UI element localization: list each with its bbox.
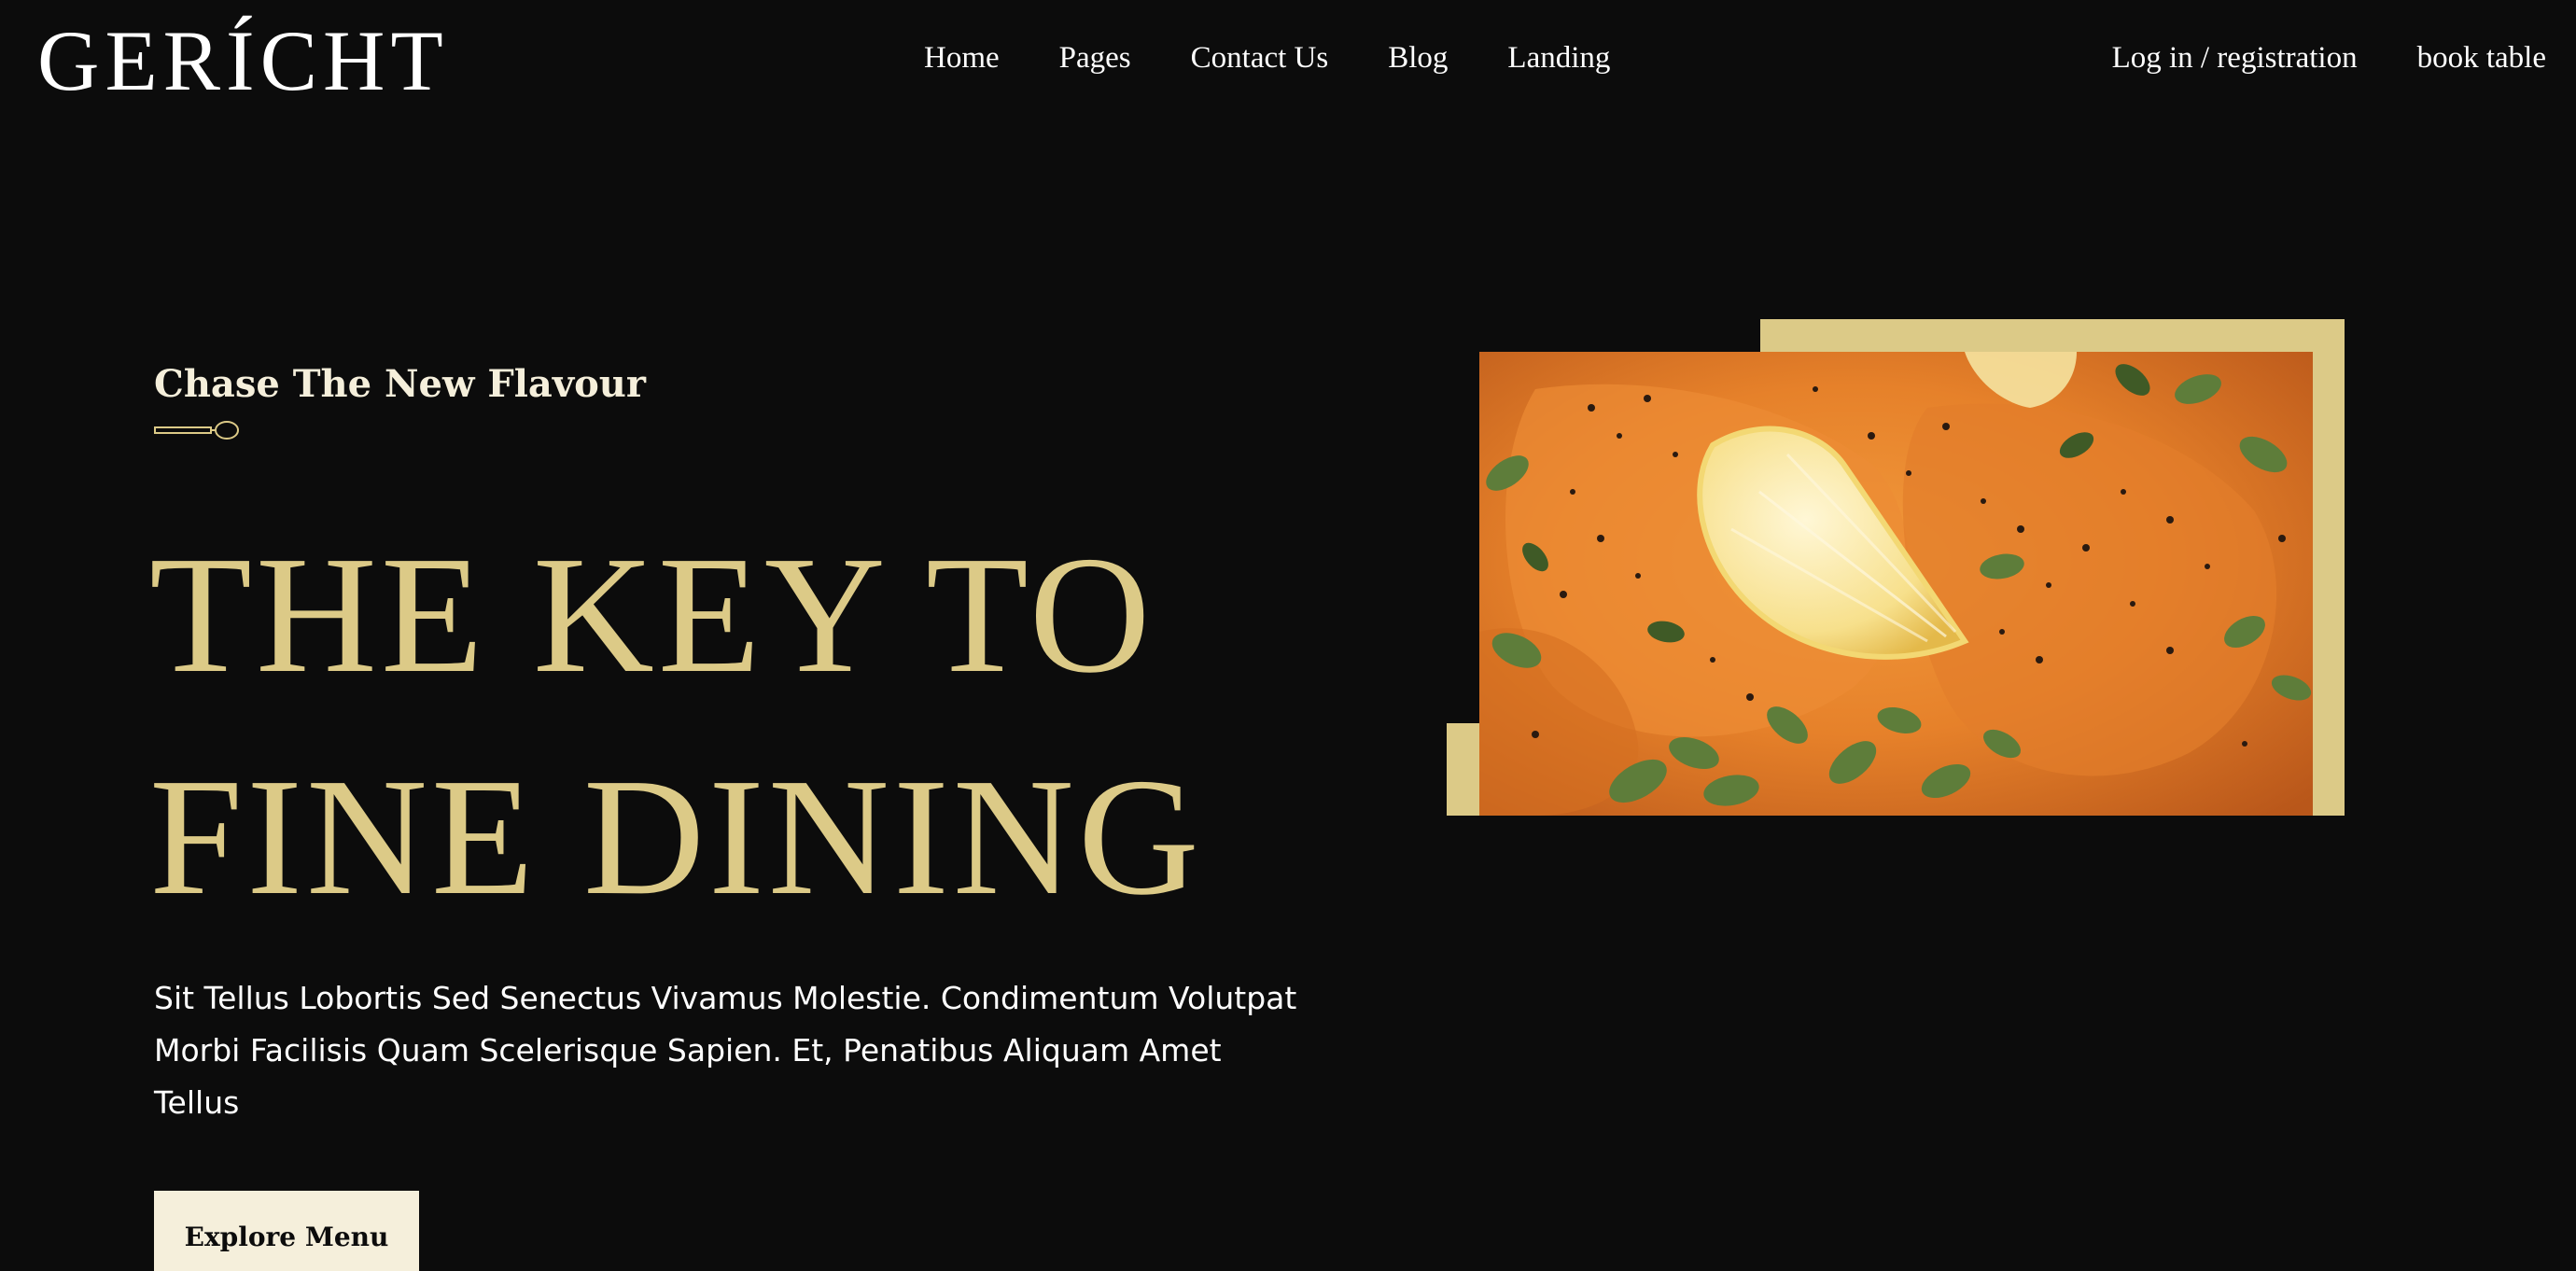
spoon-divider-icon xyxy=(154,421,239,440)
hero-headline-line-2: FINE DINING xyxy=(149,744,1203,929)
book-table-link[interactable]: book table xyxy=(2417,34,2546,82)
image-frame-accent-left xyxy=(1447,723,1484,816)
nav-link-contact-us[interactable]: Contact Us xyxy=(1191,34,1329,82)
nav-link-landing[interactable]: Landing xyxy=(1507,34,1610,82)
brand-logo[interactable]: GERÍCHT xyxy=(37,9,449,112)
main-nav: Home Pages Contact Us Blog Landing xyxy=(924,34,1610,82)
hero-headline-line-1: THE KEY TO xyxy=(149,522,1155,707)
hero-description: Sit Tellus Lobortis Sed Senectus Vivamus… xyxy=(154,980,1297,1121)
nav-link-pages[interactable]: Pages xyxy=(1059,34,1131,82)
nav-link-blog[interactable]: Blog xyxy=(1388,34,1448,82)
nav-actions: Log in / registration book table xyxy=(2112,34,2546,82)
hero-food-image xyxy=(1479,352,2313,816)
nav-link-home[interactable]: Home xyxy=(924,34,1000,82)
login-registration-link[interactable]: Log in / registration xyxy=(2112,34,2358,82)
hero-subtitle: Chase The New Flavour xyxy=(154,362,646,406)
explore-menu-button[interactable]: Explore Menu xyxy=(154,1191,419,1271)
hero-headline: THE KEY TO FINE DINING xyxy=(149,504,1203,948)
